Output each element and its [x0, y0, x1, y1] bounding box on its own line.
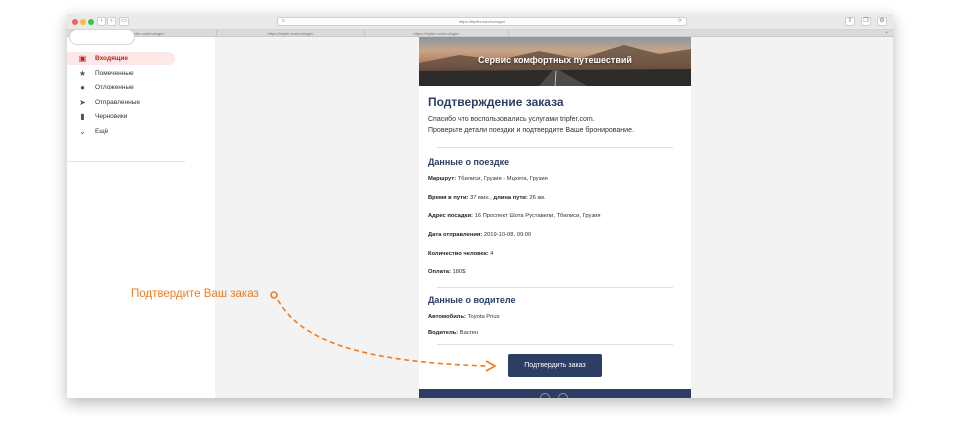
inbox-icon: ▣: [78, 54, 87, 63]
new-tab-icon[interactable]: +: [885, 30, 888, 37]
chevron-down-icon: ⌄: [79, 126, 86, 136]
trip-people: Количество человек: 4: [428, 251, 494, 257]
tab-2[interactable]: https://tripfer.com/ru/login/: [217, 30, 365, 37]
trip-date: Дата отправления: 2019-10-08, 09:00: [428, 232, 532, 238]
social-icon[interactable]: [558, 393, 568, 398]
address-bar-menu-icon: ≡: [282, 18, 285, 24]
sidebar-item[interactable]: ▣ Входящие: [67, 52, 175, 65]
intro-line-1: Спасибо что воспользовались услугами tri…: [428, 116, 595, 123]
sidebar-item[interactable]: ➤ Отправленные: [67, 96, 175, 109]
social-icon[interactable]: [540, 393, 550, 398]
sidebar-item-label: Помеченные: [95, 69, 134, 77]
address-bar[interactable]: ≡ https://tripfer.com/ru/login/ ⟳: [277, 17, 687, 26]
forward-button[interactable]: ›: [107, 17, 116, 26]
back-button[interactable]: ‹: [97, 17, 106, 26]
email-message: Сервис комфортных путешествий Подтвержде…: [419, 37, 691, 398]
share-button[interactable]: ⇧: [845, 17, 855, 26]
driver-name: Водитель: Васген: [428, 330, 479, 336]
trip-time: Время в пути: 37 мин., длина пути: 26 км…: [428, 195, 546, 201]
clock-icon: ●: [80, 83, 85, 92]
sidebar-item-label: Отложенные: [95, 84, 134, 91]
trip-payment: Оплата: 180$: [428, 269, 466, 275]
sidebar-item-label: Входящие: [95, 55, 128, 62]
driver-heading: Данные о водителе: [428, 295, 516, 305]
send-icon: ➤: [79, 97, 86, 107]
close-window-button[interactable]: [72, 19, 78, 25]
driver-car: Автомобиль: Toyota Prius: [428, 314, 500, 320]
zoom-window-button[interactable]: [88, 19, 94, 25]
hero-title: Сервис комфортных путешествий: [478, 55, 632, 65]
email-footer: [419, 389, 691, 398]
mail-sidebar: ▣ Входящие ★ Помеченные ● Отложенные ➤ Отправле…: [67, 29, 215, 398]
sidebar-item-label: Ещё: [95, 127, 109, 135]
email-intro: Спасибо что воспользовались услугами tri…: [428, 114, 634, 136]
trip-pickup: Адрес посадки: 16 Проспект Шота Руставел…: [428, 213, 601, 219]
compose-button[interactable]: [69, 29, 135, 45]
address-bar-url: https://tripfer.com/ru/login/: [458, 19, 506, 24]
sidebar-item[interactable]: ★ Помеченные: [67, 67, 175, 80]
tabs-button[interactable]: ❐: [861, 17, 871, 26]
sidebar-toggle-button[interactable]: ▭: [119, 17, 129, 26]
minimize-window-button[interactable]: [80, 19, 86, 25]
browser-toolbar: ‹ › ▭ ≡ https://tripfer.com/ru/login/ ⟳ …: [67, 14, 893, 30]
sidebar-item[interactable]: ● Отложенные: [67, 81, 175, 94]
divider: [437, 344, 673, 345]
star-icon: ★: [78, 68, 87, 78]
hero-banner: Сервис комфортных путешествий: [419, 37, 691, 86]
sidebar-item[interactable]: ▮ Черновики: [67, 110, 175, 123]
intro-line-2: Проверьте детали поездки и подтвердите В…: [428, 127, 634, 134]
draft-icon: ▮: [80, 112, 85, 121]
sidebar-divider: [67, 161, 185, 162]
tab-strip: × https://tripfer.com/ru/login/ https://…: [67, 30, 893, 37]
trip-heading: Данные о поездке: [428, 157, 510, 167]
confirm-order-button[interactable]: Подтвердить заказ: [508, 354, 602, 377]
reload-icon[interactable]: ⟳: [678, 18, 682, 25]
divider: [437, 147, 673, 148]
tab-3[interactable]: https://tripfer.com/ru/login/: [365, 30, 509, 37]
sidebar-item[interactable]: ⌄ Ещё: [67, 125, 175, 138]
sidebar-item-label: Черновики: [95, 113, 128, 120]
trip-route: Маршрут: Тбилиси, Грузия - Мцхета, Грузи…: [428, 176, 548, 182]
email-heading: Подтверждение заказа: [428, 95, 564, 109]
annotation-label: Подтвердите Ваш заказ: [131, 288, 259, 300]
divider: [437, 287, 673, 288]
settings-button[interactable]: ⚙: [877, 17, 887, 26]
browser-window: ‹ › ▭ ≡ https://tripfer.com/ru/login/ ⟳ …: [67, 14, 893, 398]
sidebar-item-label: Отправленные: [95, 98, 140, 106]
